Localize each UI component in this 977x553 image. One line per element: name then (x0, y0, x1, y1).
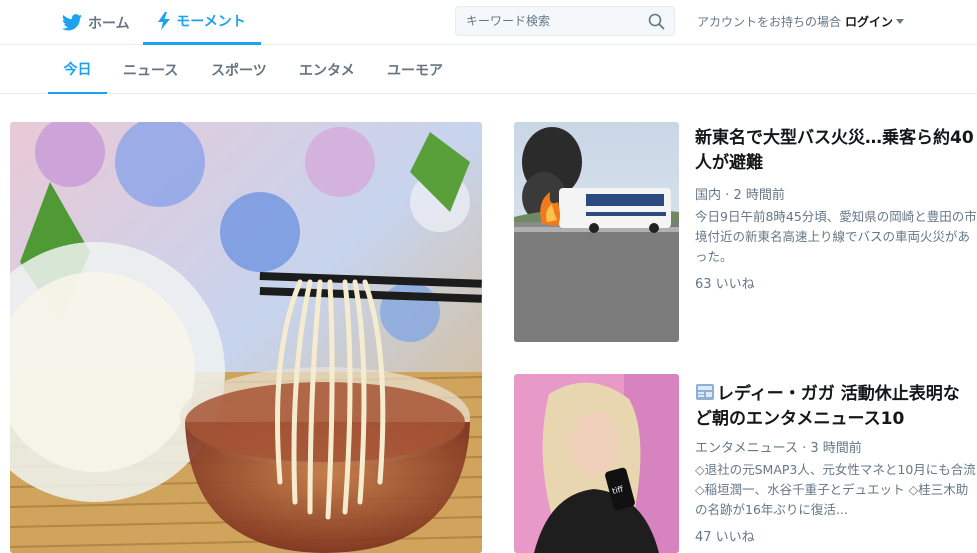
tab-label: エンタメ (299, 62, 355, 79)
nav-home-label: ホーム (88, 15, 130, 32)
top-navigation-bar: ホーム モーメント アカウントをお持ちの場合 ログイン (0, 0, 977, 45)
search-box (455, 6, 675, 36)
card-2-time: 3 時間前 (810, 441, 862, 456)
bus-fire-image (514, 122, 679, 342)
category-tabs: 今日 ニュース スポーツ エンタメ ユーモア (0, 45, 977, 94)
search-input[interactable] (466, 14, 636, 28)
card-1-category[interactable]: 国内 (695, 188, 721, 203)
newspaper-icon (696, 384, 714, 400)
nav-moments[interactable]: モーメント (143, 0, 261, 45)
card-2-meta: エンタメニュース · 3 時間前 (695, 437, 862, 456)
account-prompt: アカウントをお持ちの場合 (697, 15, 842, 29)
tab-label: ユーモア (387, 62, 443, 79)
account-menu[interactable]: アカウントをお持ちの場合 ログイン (697, 0, 905, 43)
card-1-thumbnail[interactable] (514, 122, 679, 342)
card-1-time: 2 時間前 (733, 188, 785, 203)
somen-noodles-image (10, 122, 482, 553)
caret-down-icon (896, 19, 905, 24)
card-2-title[interactable]: レディー・ガガ 活動休止表明など朝のエンタメニュース10 (695, 382, 975, 432)
card-1-meta: 国内 · 2 時間前 (695, 184, 785, 203)
twitter-bird-icon (62, 14, 82, 31)
card-2-category[interactable]: エンタメニュース (695, 441, 798, 456)
card-1-title[interactable]: 新東名で大型バス火災…乗客ら約40人が避難 (695, 126, 975, 176)
tab-entertainment[interactable]: エンタメ (299, 45, 355, 94)
card-2-description: ◇退社の元SMAP3人、元女性マネと10月にも合流 ◇稲垣潤一、水谷千重子とデュ… (695, 462, 976, 517)
search-icon[interactable] (648, 13, 665, 30)
tab-today[interactable]: 今日 (48, 45, 107, 94)
card-2-title-text: レディー・ガガ 活動休止表明など朝のエンタメニュース10 (695, 384, 960, 429)
nav-moments-label: モーメント (176, 14, 246, 30)
lady-gaga-image: tiff (514, 374, 679, 553)
meta-separator: · (725, 188, 730, 203)
tab-humor[interactable]: ユーモア (387, 45, 443, 94)
tab-sports[interactable]: スポーツ (211, 45, 267, 94)
lightning-icon (158, 12, 171, 30)
meta-separator: · (802, 441, 807, 456)
card-2-likes: 47 いいね (695, 530, 755, 545)
tab-label: スポーツ (211, 62, 267, 79)
tab-label: ニュース (123, 62, 179, 79)
card-2-thumbnail[interactable]: tiff (514, 374, 679, 553)
tab-news[interactable]: ニュース (123, 45, 178, 94)
tab-label: 今日 (63, 61, 92, 78)
login-link[interactable]: ログイン (845, 13, 893, 30)
hero-moment-image[interactable] (10, 122, 482, 553)
nav-home[interactable]: ホーム (62, 0, 130, 45)
card-1-description: 今日9日午前8時45分頃、愛知県の岡崎と豊田の市境付近の新東名高速上り線でバスの… (695, 209, 977, 264)
card-1-likes: 63 いいね (695, 277, 755, 292)
